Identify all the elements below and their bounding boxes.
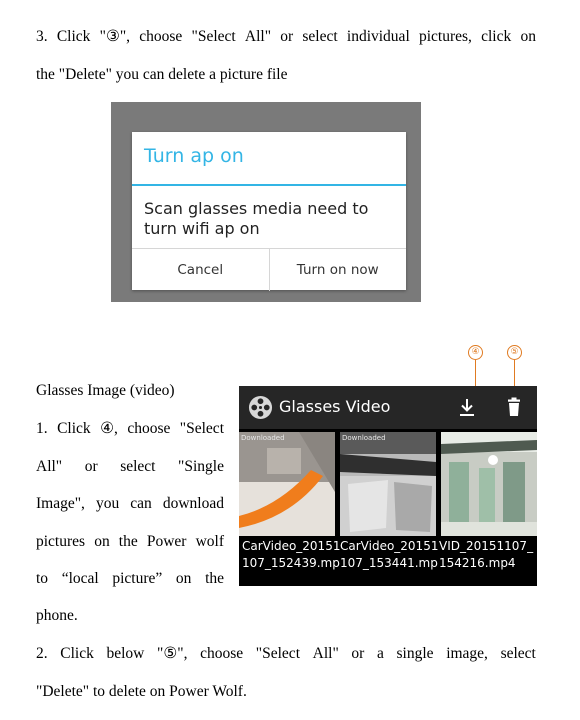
word: All" <box>36 458 63 475</box>
word: “local <box>61 570 99 587</box>
word: a <box>376 645 384 662</box>
caption-line: 154216.mp4 <box>439 556 516 570</box>
thumbnail-1[interactable]: Downloaded <box>239 432 335 536</box>
cancel-button[interactable]: Cancel <box>132 249 269 291</box>
callout-5: ⑤ <box>507 345 522 360</box>
word: choose <box>127 420 171 437</box>
caption-line: 107_153441.mp <box>340 556 438 570</box>
word: or <box>84 458 98 475</box>
dialog: Turn ap on Scan glasses media need to tu… <box>132 132 406 291</box>
word: Power <box>146 533 187 550</box>
step1-row-3: Image", you can download <box>36 494 224 514</box>
video-thumbnail-image <box>441 432 537 536</box>
word: Click <box>57 420 91 437</box>
word: on <box>94 533 110 550</box>
thumbnail-2-caption: CarVideo_20151 107_153441.mp <box>340 538 438 572</box>
word: click <box>481 28 512 45</box>
word: "⑤", <box>157 645 188 662</box>
step1-row-1: 1. Click ④, choose "Select <box>36 419 224 439</box>
thumbnail-grid: Downloaded Downloaded <box>239 432 537 536</box>
step3-line2: the "Delete" you can delete a picture fi… <box>36 66 288 83</box>
video-thumbnail-image <box>239 432 335 536</box>
dialog-message: Scan glasses media need to turn wifi ap … <box>144 199 369 238</box>
word: the <box>205 570 224 587</box>
turn-ap-dialog-screenshot: Turn ap on Scan glasses media need to tu… <box>111 102 421 302</box>
gallery-title: Glasses Video <box>279 397 391 416</box>
dialog-title: Turn ap on <box>144 145 244 167</box>
word: single <box>396 645 434 662</box>
step1-last-line: phone. <box>36 607 78 624</box>
word: pictures <box>36 533 86 550</box>
delete-icon[interactable] <box>504 396 524 418</box>
word: "Select <box>255 645 300 662</box>
word: wolf <box>195 533 224 550</box>
word: ④, <box>100 420 118 437</box>
word: download <box>162 495 224 512</box>
word: on <box>520 28 536 45</box>
thumbnail-3-caption: VID_20151107_ 154216.mp4 <box>439 538 537 572</box>
word: image, <box>446 645 488 662</box>
word: 3. <box>36 28 48 45</box>
turn-on-now-button[interactable]: Turn on now <box>268 249 407 291</box>
word: Click <box>56 28 91 45</box>
video-thumbnail-image <box>340 432 436 536</box>
word: select <box>302 28 338 45</box>
word: 2. <box>36 645 48 662</box>
word: picture” <box>112 570 163 587</box>
step3-line1: 3. Click "③", choose "Select All" or sel… <box>36 27 536 47</box>
word: or <box>280 28 294 45</box>
word: choose <box>200 645 244 662</box>
caption-line: VID_20151107_ <box>439 539 534 553</box>
step1-row-5: to “local picture” on the <box>36 569 224 589</box>
word: to <box>36 570 49 587</box>
step1-row-4: pictures on the Power wolf <box>36 532 224 552</box>
dialog-button-bar: Cancel Turn on now <box>132 248 406 291</box>
word: All" <box>244 28 272 45</box>
caption-line: CarVideo_20151 <box>340 539 439 553</box>
word: All" <box>312 645 339 662</box>
thumbnail-1-caption: CarVideo_20151 107_152439.mp <box>242 538 340 572</box>
word: "③", <box>99 28 131 45</box>
word: the <box>118 533 138 550</box>
word: you <box>95 495 120 512</box>
downloaded-label: Downloaded <box>241 434 285 442</box>
glasses-video-screenshot: Glasses Video Downloaded Downloaded CarV… <box>239 386 537 586</box>
thumbnail-3[interactable] <box>441 432 537 536</box>
caption-line: CarVideo_20151 <box>242 539 341 553</box>
word: Image", <box>36 495 85 512</box>
word: pictures, <box>418 28 472 45</box>
step2-line1: 2. Click below "⑤", choose "Select All" … <box>36 644 536 664</box>
word: individual <box>346 28 410 45</box>
step2-line2: "Delete" to delete on Power Wolf. <box>36 683 247 700</box>
film-reel-icon <box>248 395 273 420</box>
word: select <box>120 458 156 475</box>
dialog-divider <box>132 184 406 186</box>
word: or <box>351 645 365 662</box>
word: below <box>106 645 145 662</box>
step1-row-2: All" or select "Single <box>36 457 224 477</box>
word: "Select <box>179 420 224 437</box>
word: "Select <box>191 28 236 45</box>
word: can <box>130 495 152 512</box>
gallery-toolbar: Glasses Video <box>239 386 537 429</box>
word: choose <box>139 28 183 45</box>
caption-line: 107_152439.mp <box>242 556 340 570</box>
word: on <box>175 570 192 587</box>
word: Click <box>60 645 94 662</box>
thumbnail-2[interactable]: Downloaded <box>340 432 436 536</box>
section-heading: Glasses Image (video) <box>36 382 175 399</box>
word: "Single <box>178 458 224 475</box>
callout-4: ④ <box>468 345 483 360</box>
word: 1. <box>36 420 48 437</box>
download-icon[interactable] <box>457 396 477 418</box>
word: select <box>500 645 536 662</box>
downloaded-label: Downloaded <box>342 434 386 442</box>
